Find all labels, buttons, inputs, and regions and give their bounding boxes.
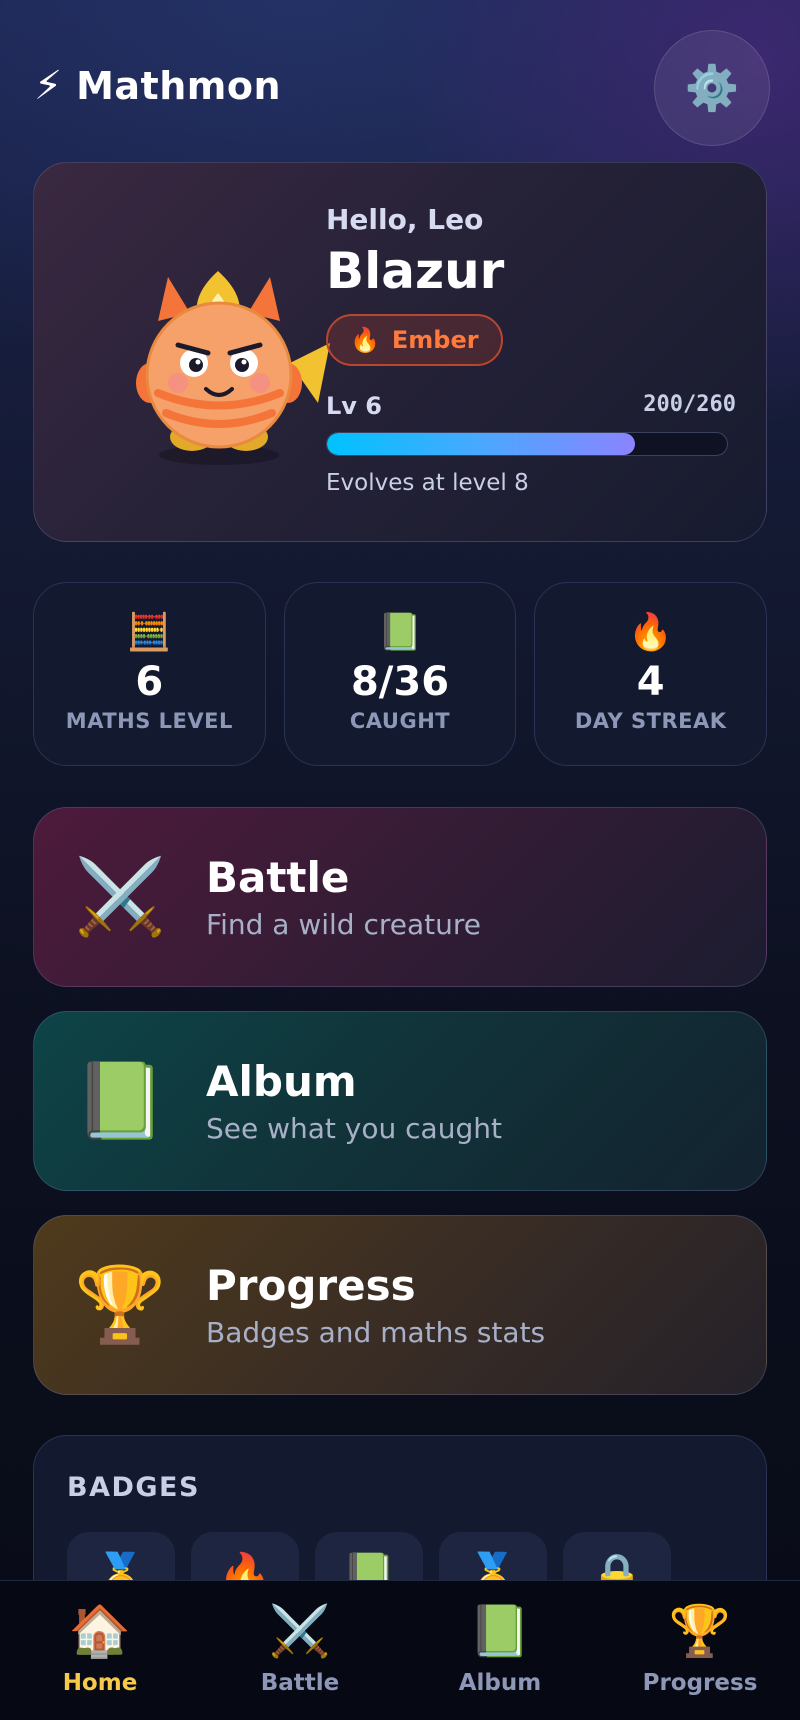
- app-title: Mathmon: [76, 64, 282, 108]
- house-icon: 🏠: [68, 1601, 132, 1660]
- progress-button[interactable]: 🏆 Progress Badges and maths stats: [33, 1215, 767, 1395]
- nav-label: Battle: [260, 1669, 340, 1696]
- stat-maths-level: 🧮 6 MATHS LEVEL: [33, 582, 266, 766]
- battle-subtitle: Find a wild creature: [206, 908, 481, 941]
- trophy-icon: 🏆: [668, 1601, 732, 1660]
- brand: ⚡ Mathmon: [34, 64, 281, 108]
- nav-progress[interactable]: 🏆 Progress: [600, 1581, 800, 1720]
- fire-icon: 🔥: [628, 612, 674, 653]
- bottom-nav: 🏠 Home ⚔️ Battle 📗 Album 🏆 Progress: [0, 1580, 800, 1720]
- settings-button[interactable]: ⚙️: [654, 30, 770, 146]
- crossed-swords-icon: ⚔️: [268, 1601, 332, 1660]
- nav-battle[interactable]: ⚔️ Battle: [200, 1581, 400, 1720]
- gear-icon: ⚙️: [684, 63, 740, 114]
- book-icon: 📗: [377, 612, 423, 653]
- progress-subtitle: Badges and maths stats: [206, 1316, 546, 1349]
- greeting: Hello, Leo: [326, 203, 484, 236]
- creature-info: Hello, Leo Blazur 🔥 Ember Lv 6 200/260 E…: [326, 203, 736, 496]
- book-icon: 📗: [74, 1058, 167, 1144]
- stat-day-streak: 🔥 4 DAY STREAK: [534, 582, 768, 766]
- lightning-icon: ⚡: [34, 63, 63, 109]
- stats-row: 🧮 6 MATHS LEVEL 📗 8/36 CAUGHT 🔥 4 DAY ST…: [33, 582, 768, 766]
- abacus-icon: 🧮: [126, 612, 172, 653]
- creature-name: Blazur: [326, 242, 505, 300]
- xp-count: 200/260: [643, 392, 736, 417]
- nav-album[interactable]: 📗 Album: [400, 1581, 600, 1720]
- stat-value: 6: [135, 659, 164, 705]
- badges-title: BADGES: [67, 1472, 200, 1503]
- nav-home[interactable]: 🏠 Home: [0, 1581, 200, 1720]
- type-label: Ember: [391, 326, 479, 354]
- creature-card[interactable]: Hello, Leo Blazur 🔥 Ember Lv 6 200/260 E…: [33, 162, 767, 542]
- level-label: Lv 6: [326, 392, 382, 420]
- album-subtitle: See what you caught: [206, 1112, 502, 1145]
- stat-value: 4: [636, 659, 665, 705]
- album-title: Album: [206, 1057, 357, 1106]
- stat-label: DAY STREAK: [574, 709, 727, 733]
- nav-label: Home: [62, 1669, 138, 1696]
- stat-value: 8/36: [350, 659, 450, 705]
- xp-progress-fill: [327, 433, 635, 455]
- stat-label: MATHS LEVEL: [65, 709, 233, 733]
- battle-title: Battle: [206, 853, 350, 902]
- progress-title: Progress: [206, 1261, 416, 1310]
- trophy-icon: 🏆: [74, 1262, 167, 1348]
- creature-illustration: [136, 271, 330, 465]
- album-button[interactable]: 📗 Album See what you caught: [33, 1011, 767, 1191]
- crossed-swords-icon: ⚔️: [74, 854, 167, 940]
- type-badge: 🔥 Ember: [326, 314, 503, 366]
- nav-label: Album: [458, 1669, 542, 1696]
- stat-label: CAUGHT: [349, 709, 451, 733]
- app-header: ⚡ Mathmon ⚙️: [0, 0, 800, 170]
- battle-button[interactable]: ⚔️ Battle Find a wild creature: [33, 807, 767, 987]
- book-icon: 📗: [468, 1601, 532, 1660]
- evolve-note: Evolves at level 8: [326, 470, 529, 496]
- stat-caught: 📗 8/36 CAUGHT: [283, 582, 517, 766]
- fire-icon: 🔥: [350, 326, 380, 354]
- xp-progress-bar: [326, 432, 728, 456]
- level-row: Lv 6 200/260: [326, 392, 736, 420]
- nav-label: Progress: [642, 1669, 758, 1696]
